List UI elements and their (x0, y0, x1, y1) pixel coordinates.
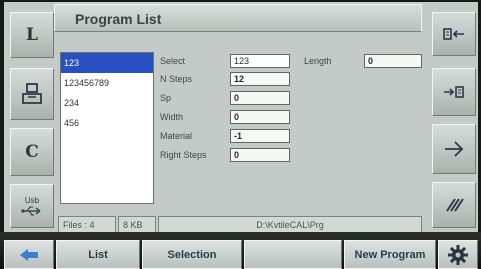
list-button[interactable]: List (56, 240, 140, 269)
import-icon (444, 86, 464, 98)
export-button[interactable] (432, 12, 476, 56)
export-icon (443, 28, 464, 40)
c-button-label: C (25, 142, 39, 162)
width-field[interactable]: 0 (230, 110, 290, 124)
hatch-icon (446, 198, 464, 212)
settings-button[interactable] (438, 240, 478, 269)
material-label: Material (160, 131, 193, 141)
usb-button-label: Usb (24, 195, 40, 205)
program-list[interactable]: 123 123456789 234 456 (60, 52, 154, 204)
window-title: Program List (75, 11, 162, 27)
program-list-item[interactable]: 456 (61, 113, 153, 133)
length-label: Length (304, 56, 332, 66)
l-button[interactable]: L (10, 12, 54, 58)
right-steps-label: Right Steps (160, 150, 207, 160)
new-program-button[interactable]: New Program (344, 240, 436, 269)
material-field[interactable]: -1 (230, 129, 290, 143)
program-icon (22, 83, 42, 104)
title-bar: Program List (54, 4, 422, 32)
n-steps-field[interactable]: 12 (230, 72, 290, 86)
program-list-item[interactable]: 123456789 (61, 73, 153, 93)
back-button[interactable] (4, 240, 54, 269)
select-label: Select (160, 56, 186, 66)
c-button[interactable]: C (10, 128, 54, 176)
selection-button[interactable]: Selection (142, 240, 242, 269)
l-button-label: L (26, 25, 38, 45)
next-button[interactable] (432, 124, 476, 174)
edit-button[interactable] (432, 182, 476, 228)
empty-button[interactable] (244, 240, 342, 269)
usb-icon (21, 205, 41, 216)
length-field[interactable]: 0 (364, 54, 422, 68)
import-button[interactable] (432, 68, 476, 116)
gear-icon (448, 244, 468, 265)
width-label: Width (160, 112, 184, 122)
arrow-left-icon (20, 248, 38, 261)
sp-label: Sp (160, 93, 172, 103)
program-list-item[interactable]: 234 (61, 93, 153, 113)
usb-button[interactable]: Usb (10, 184, 54, 228)
sp-field[interactable]: 0 (230, 91, 290, 105)
arrow-right-icon (445, 141, 464, 157)
select-field[interactable]: 123 (230, 54, 290, 68)
right-steps-field[interactable]: 0 (230, 148, 290, 162)
n-steps-label: N Steps (160, 74, 193, 84)
program-icon-button[interactable] (10, 68, 54, 120)
program-list-item[interactable]: 123 (61, 53, 153, 73)
